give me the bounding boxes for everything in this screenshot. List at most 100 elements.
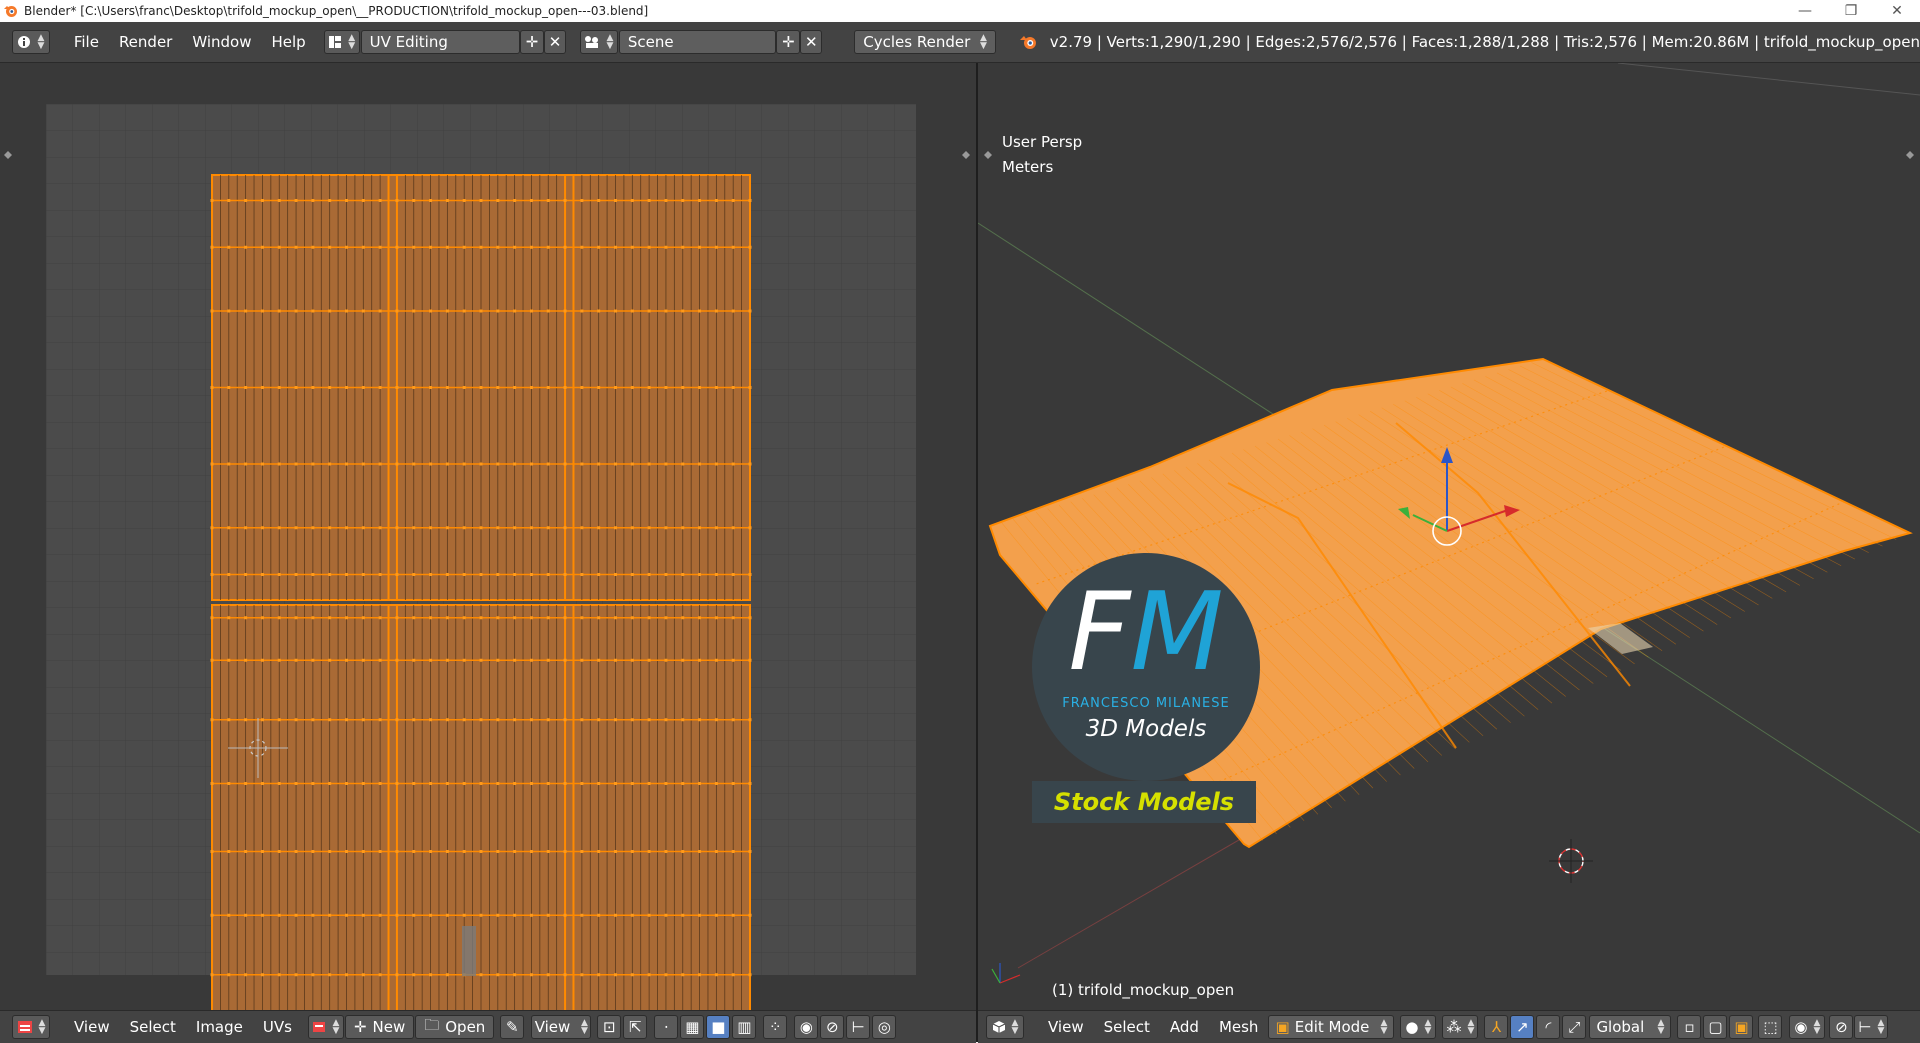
- edge-select-button[interactable]: ▦: [680, 1015, 705, 1039]
- face-select-button[interactable]: ■: [706, 1015, 731, 1039]
- sync-selection-button[interactable]: ⇱: [623, 1015, 648, 1039]
- manipulator-toggle-button[interactable]: ⅄: [1484, 1015, 1509, 1039]
- 3d-cursor-icon[interactable]: [1549, 839, 1593, 883]
- uv-vertex: [328, 658, 332, 662]
- uv-vertex: [630, 782, 634, 785]
- uv-island-top[interactable]: [210, 174, 752, 601]
- snap-toggle-button[interactable]: ⊘: [1829, 1015, 1854, 1039]
- snap-target-button[interactable]: ⊢: [846, 1015, 871, 1039]
- render-slot-button[interactable]: ◎: [872, 1015, 897, 1039]
- uv-vertex: [260, 913, 264, 917]
- uv-vertex: [361, 245, 365, 249]
- close-button[interactable]: ✕: [1874, 0, 1920, 22]
- plus-icon: ✛: [525, 33, 539, 51]
- uv-vertex: [647, 462, 651, 466]
- uv-vertex: [714, 616, 718, 620]
- uv-menu-image[interactable]: Image: [186, 1018, 253, 1036]
- uv-vertex: [513, 913, 517, 917]
- uv-vertex: [462, 913, 466, 917]
- uv-vertex: [311, 718, 315, 722]
- viewport-menu-view[interactable]: View: [1038, 1018, 1094, 1036]
- delete-screen-button[interactable]: ✕: [544, 30, 566, 54]
- screen-layout-browse-button[interactable]: ▲ ▼: [323, 30, 360, 54]
- uv-vertex: [277, 245, 281, 249]
- shading-dropdown[interactable]: ● ▲ ▼: [1400, 1015, 1437, 1039]
- uv-vertex: [748, 386, 752, 389]
- viewport-canvas[interactable]: [978, 63, 1920, 1010]
- viewport-menu-add[interactable]: Add: [1160, 1018, 1209, 1036]
- image-browse-button[interactable]: ▲ ▼: [307, 1015, 344, 1039]
- uv-vertex: [210, 526, 214, 530]
- menu-help[interactable]: Help: [262, 33, 316, 51]
- pin-image-button[interactable]: ✎: [500, 1015, 525, 1039]
- uv-vertex: [345, 199, 348, 202]
- uv-vertex: [563, 973, 567, 977]
- uv-vertex: [311, 573, 315, 576]
- minimize-button[interactable]: —: [1782, 0, 1828, 22]
- menu-window[interactable]: Window: [182, 33, 261, 51]
- view-mode-dropdown[interactable]: View ▲ ▼: [531, 1015, 592, 1039]
- viewport-menu-select[interactable]: Select: [1094, 1018, 1160, 1036]
- uv-menu-view[interactable]: View: [64, 1018, 120, 1036]
- region-toggle-icon[interactable]: [984, 151, 992, 159]
- region-toggle-icon[interactable]: [1906, 151, 1914, 159]
- uv-editor-header: ▲ ▼ View Select Image UVs ▲ ▼ ✛ New 🗀 Open ✎…: [0, 1010, 976, 1043]
- uv-vertex: [513, 309, 517, 313]
- menu-file[interactable]: File: [64, 33, 109, 51]
- uv-vertex: [546, 245, 550, 249]
- uv-menu-uvs[interactable]: UVs: [253, 1018, 302, 1036]
- uv-canvas[interactable]: [0, 63, 976, 1010]
- scene-browse-button[interactable]: ▲ ▼: [579, 30, 618, 54]
- transform-orientation-dropdown[interactable]: Global ▲ ▼: [1589, 1015, 1672, 1039]
- add-screen-button[interactable]: ✛: [520, 30, 545, 54]
- snap-button[interactable]: ⊘: [820, 1015, 845, 1039]
- edge-select-mode-button[interactable]: ▢: [1703, 1015, 1728, 1039]
- sticky-selection-button[interactable]: ⁘: [763, 1015, 788, 1039]
- occlude-geometry-button[interactable]: ⬚: [1758, 1015, 1783, 1039]
- uv-image-editor[interactable]: [0, 63, 976, 1010]
- face-select-mode-button[interactable]: ▣: [1729, 1015, 1754, 1039]
- render-engine-dropdown[interactable]: Cycles Render ▲ ▼: [854, 30, 996, 54]
- editor-type-selector[interactable]: ▲ ▼: [12, 30, 50, 54]
- proportional-edit-dropdown[interactable]: ◉ ▲ ▼: [1789, 1015, 1826, 1039]
- uv-menu-select[interactable]: Select: [120, 1018, 186, 1036]
- screen-layout-field[interactable]: UV Editing: [360, 30, 521, 54]
- viewport-editor-type-selector[interactable]: ▲ ▼: [986, 1015, 1024, 1039]
- rotate-manipulator-button[interactable]: ◜: [1536, 1015, 1561, 1039]
- uv-vertex: [614, 245, 617, 249]
- uv-vertex: [294, 913, 298, 917]
- selected-faces-highlight: [1588, 623, 1653, 654]
- uv-vertex: [748, 573, 752, 576]
- pivot-button[interactable]: ⊡: [597, 1015, 622, 1039]
- interaction-mode-dropdown[interactable]: ▣ Edit Mode ▲ ▼: [1268, 1015, 1395, 1039]
- maximize-button[interactable]: ❐: [1828, 0, 1874, 22]
- uv-vertex: [479, 850, 483, 853]
- scale-manipulator-button[interactable]: ⤢: [1562, 1015, 1587, 1039]
- snap-element-dropdown[interactable]: ⊢ ▲ ▼: [1854, 1015, 1889, 1039]
- uv-vertex: [462, 526, 466, 530]
- uv-selected-face: [462, 926, 476, 976]
- scene-field[interactable]: Scene: [618, 30, 777, 54]
- viewport-menu-mesh[interactable]: Mesh: [1209, 1018, 1269, 1036]
- uv-island-bottom[interactable]: [210, 604, 752, 1010]
- open-image-button[interactable]: 🗀 Open: [415, 1015, 495, 1039]
- vertex-select-mode-button[interactable]: ▫: [1677, 1015, 1702, 1039]
- uv-editor-type-selector[interactable]: ▲ ▼: [12, 1015, 50, 1039]
- add-scene-button[interactable]: ✛: [776, 30, 801, 54]
- menu-render[interactable]: Render: [109, 33, 182, 51]
- uv-vertex: [664, 386, 668, 389]
- pivot-point-dropdown[interactable]: ⁂ ▲ ▼: [1442, 1015, 1479, 1039]
- uv-vertex: [664, 718, 668, 722]
- region-toggle-icon[interactable]: [962, 151, 970, 159]
- delete-scene-button[interactable]: ✕: [800, 30, 823, 54]
- uv-vertex: [563, 526, 567, 530]
- new-image-button[interactable]: ✛ New: [344, 1015, 415, 1039]
- island-select-button[interactable]: ▥: [732, 1015, 757, 1039]
- vertex-select-button[interactable]: ⋅: [654, 1015, 679, 1039]
- region-toggle-icon[interactable]: [4, 151, 12, 159]
- uv-vertex: [378, 850, 382, 853]
- translate-manipulator-button[interactable]: ↗: [1510, 1015, 1535, 1039]
- 3d-viewport[interactable]: User Persp Meters (1) trifold_mockup_ope…: [978, 63, 1920, 1010]
- proportional-edit-button[interactable]: ◉: [794, 1015, 819, 1039]
- uv-vertex: [664, 973, 668, 977]
